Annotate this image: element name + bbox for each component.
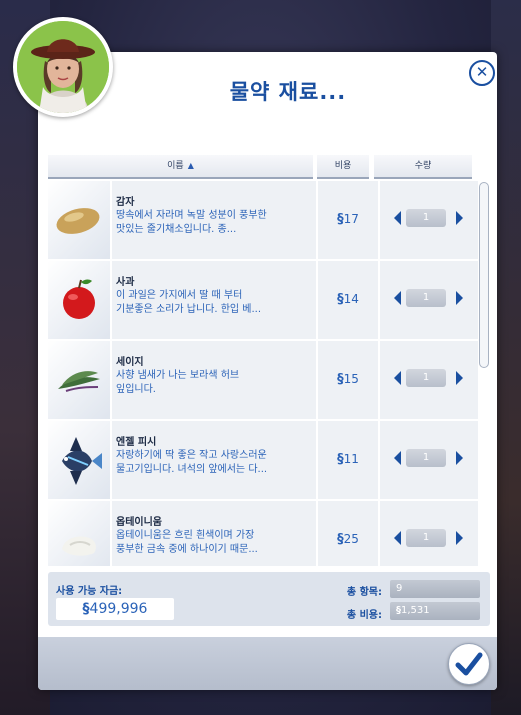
quantity-stepper: 1 [380,261,478,339]
item-price-cell: §11 [318,421,378,499]
item-price: §14 [337,292,359,307]
decrease-quantity-button[interactable] [394,451,401,465]
decrease-quantity-button[interactable] [394,371,401,385]
quantity-value[interactable]: 1 [406,529,446,547]
item-price-cell: §17 [318,181,378,259]
list-scrollbar[interactable] [478,181,490,565]
increase-quantity-button[interactable] [456,531,463,545]
quantity-value[interactable]: 1 [406,369,446,387]
item-name: 감자 [116,197,135,208]
increase-quantity-button[interactable] [456,211,463,225]
scrollbar-thumb[interactable] [479,182,489,368]
item-description: 이 과일은 가지에서 딸 때 부터 기분좋은 소리가 납니다. 한입 베... [116,290,262,315]
metal-ore-icon [48,501,110,566]
quantity-value[interactable]: 1 [406,449,446,467]
item-name: 사과 [116,277,135,288]
item-description-cell: 엔젤 피시 자랑하기에 딱 좋은 작고 사랑스러운 물고기입니다. 녀석의 앞에서… [112,421,316,499]
quantity-stepper: 1 [380,181,478,259]
dialog-title: 물약 재료... [229,80,347,104]
ingredient-list: 감자 땅속에서 자라며 녹말 성분이 풍부한 맛있는 줄기채소입니다. 종... … [48,181,478,566]
item-description-cell: 세이지 사향 냄새가 나는 보라색 허브 잎입니다. [112,341,316,419]
checkmark-icon [455,652,483,676]
quantity-stepper: 1 [380,501,478,566]
total-cost-value: §1,531 [390,602,480,620]
column-cost-label: 비용 [334,161,352,171]
item-description: 자랑하기에 딱 좋은 작고 사랑스러운 물고기입니다. 녀석의 앞에서는 다... [116,450,268,475]
column-header-cost[interactable]: 비용 [317,155,369,179]
item-price-cell: §25 [318,501,378,566]
total-items-value: 9 [390,580,480,598]
item-description-cell: 옵테이니움 옵테이니움은 흐린 흰색이며 가장 풍부한 금속 중에 하나이기 때문… [112,501,316,566]
item-name: 세이지 [116,357,144,368]
quantity-value[interactable]: 1 [406,209,446,227]
close-button[interactable]: ✕ [469,60,495,86]
potato-icon [48,181,110,259]
item-description-cell: 감자 땅속에서 자라며 녹말 성분이 풍부한 맛있는 줄기채소입니다. 종... [112,181,316,259]
column-quantity-label: 수량 [414,161,432,171]
decrease-quantity-button[interactable] [394,531,401,545]
sort-ascending-icon: ▲ [187,161,194,170]
item-description: 옵테이니움은 흐린 흰색이며 가장 풍부한 금속 중에 하나이기 때문... [116,530,258,555]
decrease-quantity-button[interactable] [394,291,401,305]
column-header-quantity[interactable]: 수량 [374,155,472,179]
column-name-label: 이름 [167,161,184,171]
item-name: 엔젤 피시 [116,437,157,448]
increase-quantity-button[interactable] [456,451,463,465]
sage-icon [48,341,110,419]
apple-icon [48,261,110,339]
quantity-stepper: 1 [380,341,478,419]
close-icon: ✕ [475,63,489,81]
item-name: 옵테이니움 [116,517,162,528]
item-price: §25 [337,532,359,547]
item-price-cell: §14 [318,261,378,339]
confirm-button[interactable] [448,643,490,685]
column-header-name[interactable]: 이름 ▲ [48,155,313,179]
purchase-summary: 사용 가능 자금: §499,996 총 항목: 9 총 비용: §1,531 [48,572,490,626]
decrease-quantity-button[interactable] [394,211,401,225]
available-funds-value: §499,996 [56,598,174,620]
table-row[interactable]: 옵테이니움 옵테이니움은 흐린 흰색이며 가장 풍부한 금속 중에 하나이기 때문… [48,501,478,566]
quantity-stepper: 1 [380,421,478,499]
angelfish-icon [48,421,110,499]
increase-quantity-button[interactable] [456,291,463,305]
item-price: §17 [337,212,359,227]
increase-quantity-button[interactable] [456,371,463,385]
item-description: 땅속에서 자라며 녹말 성분이 풍부한 맛있는 줄기채소입니다. 종... [116,210,267,235]
item-price-cell: §15 [318,341,378,419]
item-description-cell: 사과 이 과일은 가지에서 딸 때 부터 기분좋은 소리가 납니다. 한입 베..… [112,261,316,339]
ingredient-table: 이름 ▲ 비용 수량 감자 땅속에서 자라며 녹말 성분이 풍부한 맛있는 줄기채소… [48,155,490,571]
total-cost-label: 총 비용: [346,610,382,621]
available-funds-label: 사용 가능 자금: [56,586,123,597]
table-row[interactable]: 감자 땅속에서 자라며 녹말 성분이 풍부한 맛있는 줄기채소입니다. 종... … [48,181,478,259]
item-description: 사향 냄새가 나는 보라색 허브 잎입니다. [116,370,240,395]
dialog-footer [38,637,497,690]
table-row[interactable]: 사과 이 과일은 가지에서 딸 때 부터 기분좋은 소리가 납니다. 한입 베..… [48,261,478,339]
table-row[interactable]: 엔젤 피시 자랑하기에 딱 좋은 작고 사랑스러운 물고기입니다. 녀석의 앞에서… [48,421,478,499]
quantity-value[interactable]: 1 [406,289,446,307]
item-price: §15 [337,372,359,387]
table-row[interactable]: 세이지 사향 냄새가 나는 보라색 허브 잎입니다. §15 1 [48,341,478,419]
sim-avatar [13,17,113,117]
total-items-label: 총 항목: [346,587,382,598]
item-price: §11 [337,452,359,467]
